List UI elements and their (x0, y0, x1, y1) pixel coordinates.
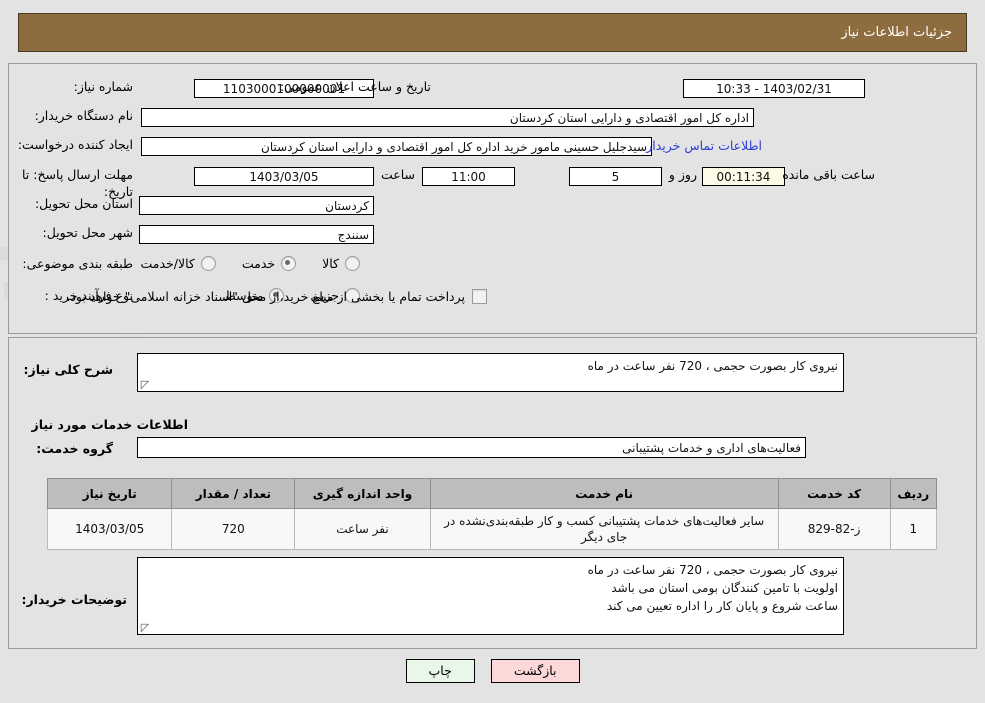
deadline-remaining-label-row: ساعت باقی مانده (782, 167, 875, 182)
cell-unit: نفر ساعت (294, 508, 431, 550)
services-section-heading: اطلاعات خدمات مورد نیاز (31, 417, 189, 432)
deadline-days-value[interactable]: 5 (569, 167, 662, 186)
table-row: 1 ز-82-829 سایر فعالیت‌های خدمات پشتیبان… (46, 508, 938, 550)
announce-datetime-value[interactable]: 1403/02/31 - 10:33 (683, 79, 865, 98)
table-header-need-date: تاریخ نیاز (46, 478, 173, 509)
subject-category-option-label: خدمت (241, 256, 276, 271)
delivery-province-field-row: کردستان (139, 196, 374, 215)
deadline-date-value[interactable]: 1403/03/05 (194, 167, 374, 186)
deadline-countdown-row: 00:11:34 (702, 167, 785, 186)
subject-category-options: کالا خدمت کالا/خدمت (114, 256, 360, 271)
footer-button-row: بازگشت چاپ (0, 659, 985, 683)
service-group-value[interactable]: فعالیت‌های اداری و خدمات پشتیبانی (137, 437, 806, 458)
radio-icon[interactable] (281, 256, 297, 271)
general-need-value: نیروی کار بصورت حجمی ، 720 نفر ساعت در م… (587, 359, 838, 373)
back-button[interactable]: بازگشت (490, 659, 580, 683)
delivery-city-label: شهر محل تحویل: (42, 225, 133, 240)
treasury-bonds-checkbox-wrapper[interactable]: پرداخت تمام یا بخشی از مبلغ خرید،از محل … (66, 289, 487, 304)
checkbox-icon[interactable] (472, 289, 487, 304)
deadline-countdown-value: 00:11:34 (702, 167, 785, 186)
page-header-bar: جزئیات اطلاعات نیاز (18, 13, 967, 52)
subject-category-option-khedmat[interactable]: خدمت (241, 256, 297, 271)
radio-icon[interactable] (345, 256, 360, 271)
buyer-contact-link-row: اطلاعات تماس خریدار (646, 138, 762, 153)
cell-quantity: 720 (171, 508, 296, 550)
subject-category-option-label: کالا (322, 256, 339, 271)
deadline-time-label: ساعت (380, 167, 415, 182)
delivery-city-value[interactable]: سنندج (139, 225, 374, 244)
delivery-province-label: استان محل تحویل: (34, 196, 133, 211)
announce-datetime-label: تاریخ و ساعت اعلان عمومی: (280, 79, 431, 94)
need-number-label: شماره نیاز: (73, 79, 133, 94)
cell-row-no: 1 (889, 508, 938, 550)
request-creator-value[interactable]: سیدجلیل حسینی مامور خرید اداره کل امور ا… (141, 137, 652, 156)
buyer-org-label: نام دستگاه خریدار: (34, 108, 133, 123)
deadline-label: مهلت ارسال پاسخ: تا تاریخ: (22, 167, 133, 199)
deadline-time-label-row: ساعت (381, 167, 415, 182)
treasury-checkbox-row: پرداخت تمام یا بخشی از مبلغ خرید،از محل … (66, 289, 487, 304)
buyer-org-label-row: نام دستگاه خریدار: (35, 108, 133, 123)
cell-need-date: 1403/03/05 (46, 508, 173, 550)
buyer-org-field-row: اداره کل امور اقتصادی و دارایی استان کرد… (141, 108, 754, 127)
table-header-service-name: نام خدمت (429, 478, 779, 509)
subject-category-option-kala[interactable]: کالا (322, 256, 360, 271)
table-header-unit: واحد اندازه گیری (294, 478, 431, 509)
general-need-label: شرح کلی نیاز: (23, 362, 113, 377)
table-header-quantity: تعداد / مقدار (171, 478, 296, 509)
deadline-remaining-label: ساعت باقی مانده (782, 167, 875, 182)
delivery-city-label-row: شهر محل تحویل: (43, 225, 133, 240)
buyer-notes-textarea[interactable]: نیروی کار بصورت حجمی ، 720 نفر ساعت در م… (137, 557, 844, 635)
resize-handle-icon[interactable]: ◹ (139, 378, 151, 391)
delivery-province-label-row: استان محل تحویل: (35, 196, 133, 211)
deadline-days-row: 5 (569, 167, 662, 186)
buyer-contact-link[interactable]: اطلاعات تماس خریدار (646, 138, 762, 153)
deadline-time-value[interactable]: 11:00 (422, 167, 515, 186)
cell-service-name: سایر فعالیت‌های خدمات پشتیبانی کسب و کار… (429, 508, 779, 550)
delivery-province-value[interactable]: کردستان (139, 196, 374, 215)
service-group-label: گروه خدمت: (36, 441, 113, 456)
cell-service-code: ز-82-829 (777, 508, 891, 550)
services-table: ردیف کد خدمت نام خدمت واحد اندازه گیری ت… (46, 478, 938, 550)
subject-category-option-kala-khedmat[interactable]: کالا/خدمت (140, 256, 216, 271)
general-need-label-row: شرح کلی نیاز: (24, 362, 113, 377)
table-header-service-code: کد خدمت (777, 478, 891, 509)
need-number-label-row: شماره نیاز: (74, 79, 133, 94)
buyer-notes-label-row: توضیحات خریدار: (21, 592, 127, 607)
radio-icon[interactable] (200, 256, 216, 271)
service-group-label-row: گروه خدمت: (36, 441, 113, 456)
print-button[interactable]: چاپ (405, 659, 475, 683)
table-header-row-no: ردیف (889, 478, 938, 509)
service-group-field-row: فعالیت‌های اداری و خدمات پشتیبانی (137, 437, 806, 458)
page-root: AriaTender.net جزئیات اطلاعات نیاز شماره… (0, 0, 985, 703)
delivery-city-field-row: سنندج (139, 225, 374, 244)
buyer-notes-value: نیروی کار بصورت حجمی ، 720 نفر ساعت در م… (587, 563, 838, 613)
buyer-org-value[interactable]: اداره کل امور اقتصادی و دارایی استان کرد… (141, 108, 754, 127)
deadline-time-row: 11:00 (422, 167, 515, 186)
deadline-days-label: روز و (668, 167, 697, 182)
deadline-days-label-row: روز و (669, 167, 697, 182)
subject-category-option-label: کالا/خدمت (140, 256, 195, 271)
request-creator-label-row: ایجاد کننده درخواست: (18, 137, 133, 152)
resize-handle-icon[interactable]: ◹ (139, 621, 151, 634)
page-title: جزئیات اطلاعات نیاز (841, 25, 952, 40)
deadline-date-row: 1403/03/05 (194, 167, 374, 186)
request-creator-field-row: سیدجلیل حسینی مامور خرید اداره کل امور ا… (141, 137, 652, 156)
general-need-textarea[interactable]: نیروی کار بصورت حجمی ، 720 نفر ساعت در م… (137, 353, 844, 392)
deadline-label-row: مهلت ارسال پاسخ: تا تاریخ: (13, 166, 133, 200)
table-header-row: ردیف کد خدمت نام خدمت واحد اندازه گیری ت… (46, 478, 938, 509)
announce-datetime-field-row: 1403/02/31 - 10:33 (683, 79, 865, 98)
request-creator-label: ایجاد کننده درخواست: (17, 137, 133, 152)
treasury-bonds-checkbox-label: پرداخت تمام یا بخشی از مبلغ خرید،از محل … (66, 289, 465, 304)
buyer-notes-label: توضیحات خریدار: (21, 592, 127, 607)
